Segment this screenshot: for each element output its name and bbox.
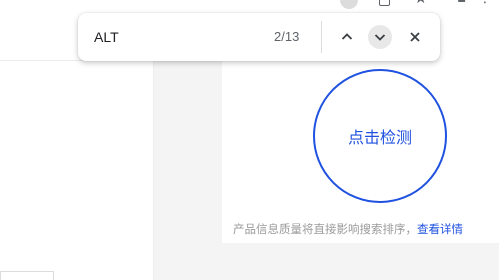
view-details-link[interactable]: 查看详情 <box>417 222 463 236</box>
menu-icon[interactable]: ⋮ <box>478 0 492 5</box>
notice-text: 产品信息质量将直接影响搜索排序， <box>233 222 417 236</box>
next-match-button[interactable] <box>368 25 392 49</box>
left-bottom-control[interactable] <box>0 271 54 280</box>
separator <box>321 21 322 53</box>
close-find-button[interactable] <box>403 25 427 49</box>
extension-icon[interactable]: ▪ <box>457 0 471 5</box>
profile-icon[interactable] <box>340 0 358 9</box>
detect-button[interactable]: 点击检测 <box>313 69 447 203</box>
detect-button-label: 点击检测 <box>347 128 412 147</box>
chevron-down-icon <box>374 34 386 41</box>
match-count: 2/13 <box>274 29 300 44</box>
page: ★ ▪ ⋮ 点击检测 产品信息质量将直接影响搜索排序，查看详情 2/13 <box>0 0 499 280</box>
find-input[interactable] <box>94 26 264 48</box>
chevron-up-icon <box>341 33 353 40</box>
find-bar: 2/13 <box>78 13 440 61</box>
previous-match-button[interactable] <box>335 25 359 49</box>
quality-notice: 产品信息质量将直接影响搜索排序，查看详情 <box>233 221 463 237</box>
tab-copy-icon[interactable] <box>379 0 390 6</box>
bookmark-star-icon[interactable]: ★ <box>414 0 428 6</box>
close-icon <box>410 32 420 42</box>
